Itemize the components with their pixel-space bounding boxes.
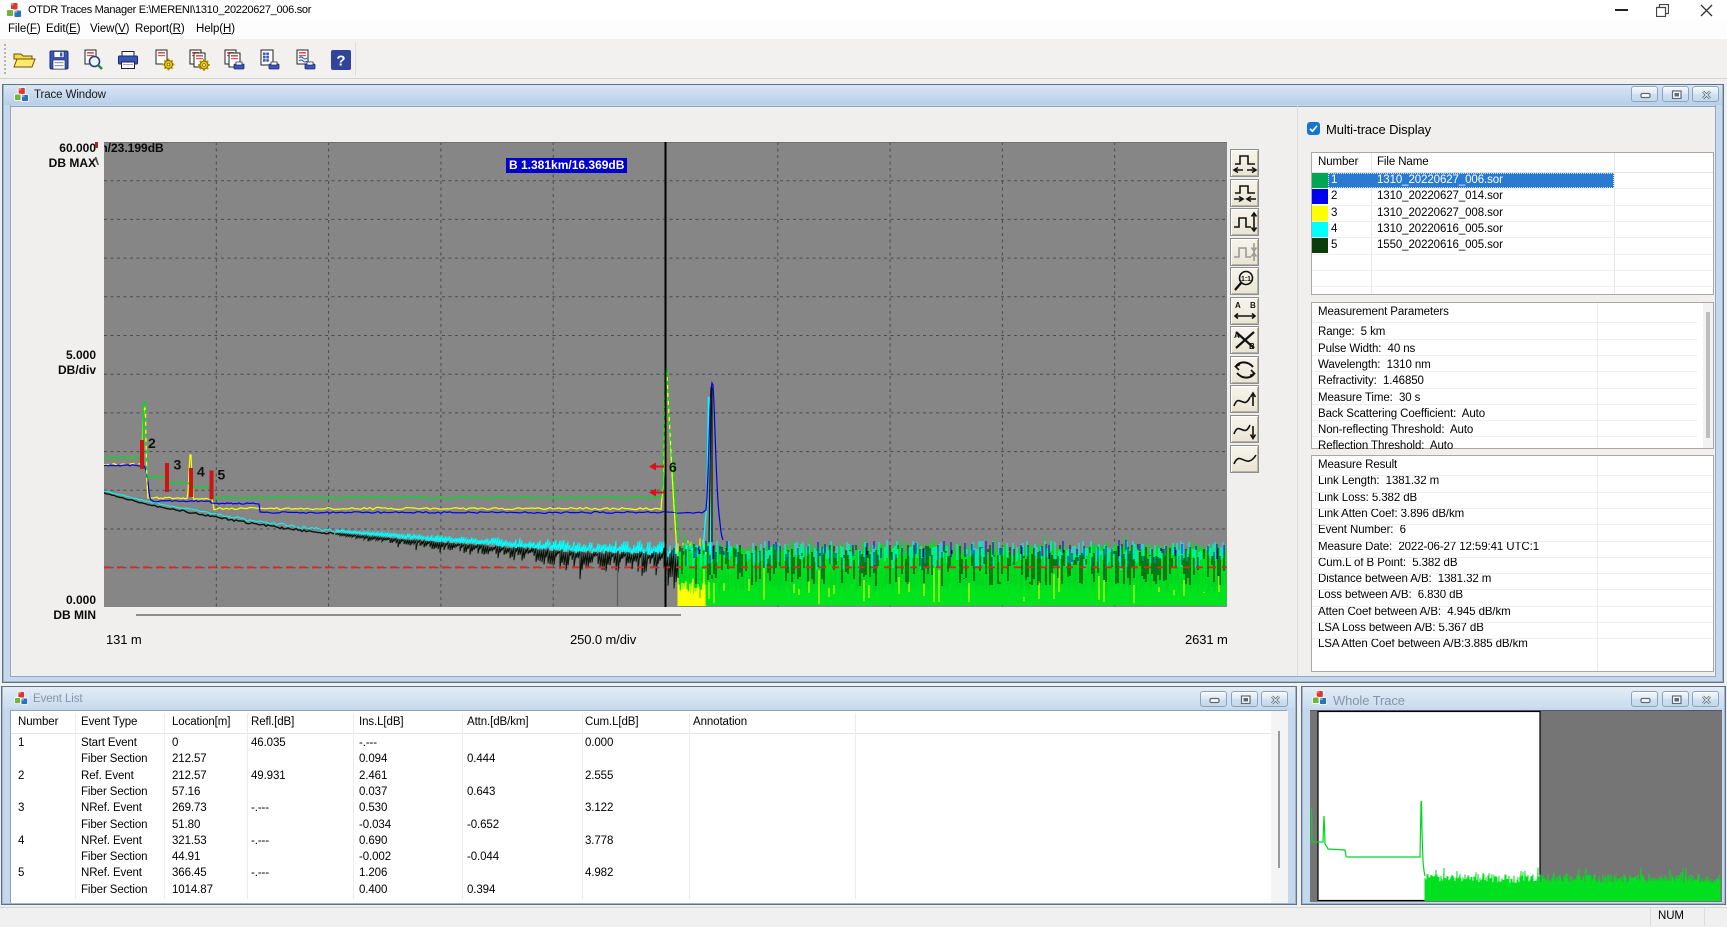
svg-text:B: B [1250, 301, 1256, 310]
svg-text:1:1: 1:1 [1240, 276, 1250, 283]
svg-text:A: A [1235, 301, 1241, 310]
svg-text:2: 2 [148, 435, 156, 451]
svg-text:?: ? [336, 53, 345, 70]
svg-text:4: 4 [197, 464, 205, 480]
svg-text:6: 6 [669, 459, 677, 475]
svg-text:5: 5 [218, 467, 226, 483]
svg-text:3: 3 [174, 457, 182, 473]
